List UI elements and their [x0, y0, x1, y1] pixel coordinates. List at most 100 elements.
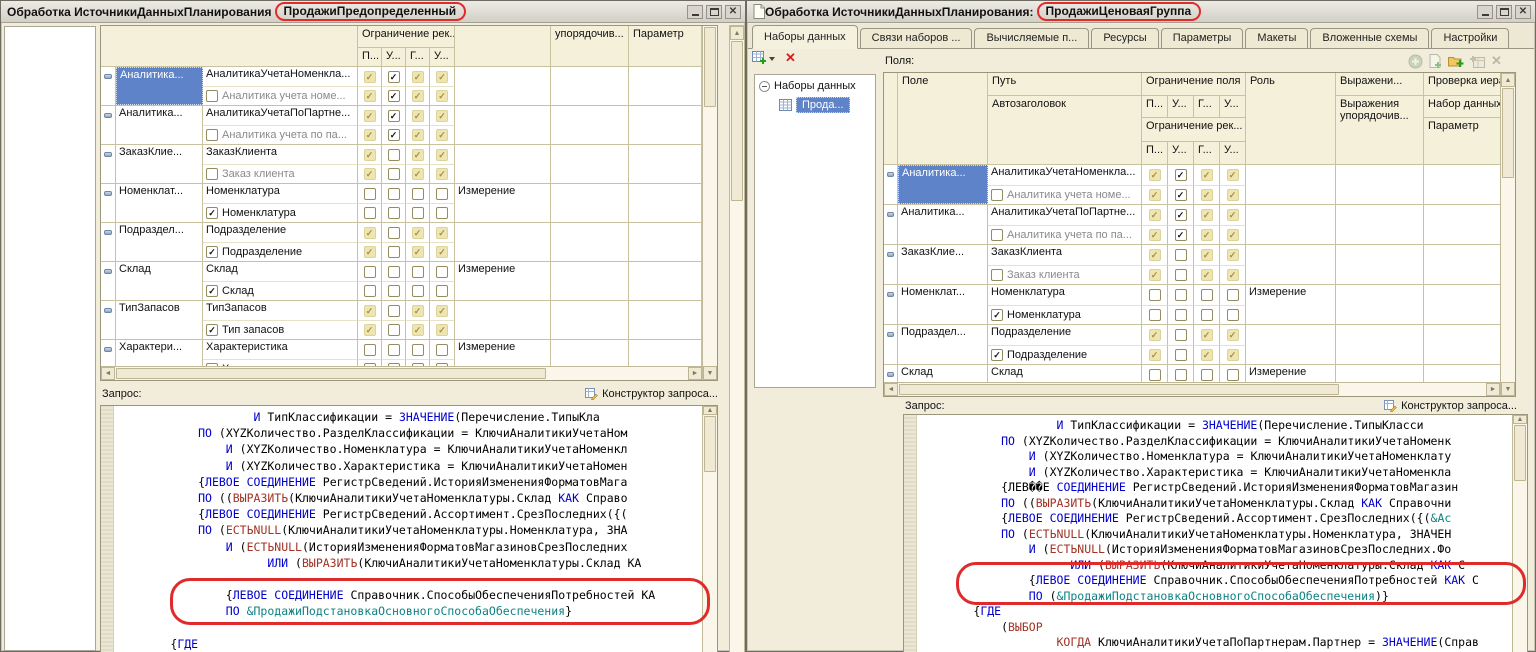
checkbox-checked[interactable]: ✓ — [436, 71, 448, 83]
cell-restriction[interactable] — [358, 262, 382, 281]
cell-restriction[interactable]: ✓ — [406, 223, 430, 242]
checkbox-checked[interactable]: ✓ — [206, 324, 218, 336]
cell-restriction[interactable]: ✓ — [430, 67, 455, 86]
cell-expression[interactable] — [1336, 245, 1424, 284]
checkbox-unchecked[interactable] — [388, 266, 400, 278]
cell-field[interactable]: Номенклат... — [116, 184, 203, 222]
field-row[interactable]: Аналитика...АналитикаУчетаНоменкла...✓✓✓… — [101, 67, 702, 106]
checkbox-unchecked[interactable] — [1149, 369, 1161, 381]
checkbox-checked[interactable]: ✓ — [1201, 349, 1213, 361]
cell-field[interactable]: Характери... — [116, 340, 203, 366]
cell-field[interactable]: Подраздел... — [116, 223, 203, 261]
cell-restriction[interactable]: ✓ — [358, 145, 382, 164]
cell-expression[interactable] — [1336, 205, 1424, 244]
checkbox-unchecked[interactable] — [991, 269, 1003, 281]
checkbox-checked[interactable]: ✓ — [364, 168, 376, 180]
cell-parameter[interactable] — [1424, 365, 1500, 382]
checkbox-unchecked[interactable] — [388, 285, 400, 297]
checkbox-checked[interactable]: ✓ — [1201, 249, 1213, 261]
field-row[interactable]: ЗаказКлие...ЗаказКлиента✓✓✓Заказ клиента… — [884, 245, 1500, 285]
cell-autotitle[interactable]: Аналитика учета по па... — [988, 225, 1142, 245]
scroll-up-icon[interactable]: ▲ — [703, 406, 717, 415]
cell-restriction[interactable] — [358, 340, 382, 359]
cell-role[interactable]: Измерение — [455, 184, 551, 222]
checkbox-unchecked[interactable] — [1149, 309, 1161, 321]
cell-role[interactable] — [1246, 165, 1336, 204]
cell-restriction[interactable] — [382, 203, 406, 222]
cell-autotitle[interactable]: ✓Подразделение — [203, 242, 358, 261]
checkbox-checked[interactable]: ✓ — [436, 90, 448, 102]
cell-restriction[interactable]: ✓ — [1168, 185, 1194, 205]
minimize-button[interactable] — [1477, 5, 1493, 19]
cell-path[interactable]: Склад — [988, 365, 1142, 382]
tree-node-dataset-child[interactable]: Прода... — [779, 97, 875, 113]
checkbox-checked[interactable]: ✓ — [1175, 189, 1187, 201]
checkbox-unchecked[interactable] — [388, 324, 400, 336]
cell-restriction[interactable]: ✓ — [1142, 245, 1168, 265]
cell-restriction[interactable] — [382, 281, 406, 300]
checkbox-unchecked[interactable] — [388, 305, 400, 317]
cell-expression[interactable] — [551, 262, 629, 300]
field-row[interactable]: Аналитика...АналитикаУчетаНоменкла...✓✓✓… — [884, 165, 1500, 205]
cell-field[interactable]: Подраздел... — [898, 325, 988, 364]
cell-field[interactable]: ТипЗапасов — [116, 301, 203, 339]
cell-autotitle[interactable]: Аналитика учета номе... — [988, 185, 1142, 205]
cell-restriction[interactable]: ✓ — [1194, 345, 1220, 365]
checkbox-checked[interactable]: ✓ — [364, 305, 376, 317]
tab-8[interactable]: Настройки — [1431, 28, 1509, 48]
cell-autotitle[interactable]: ✓Номенклатура — [988, 305, 1142, 325]
checkbox-checked[interactable]: ✓ — [206, 285, 218, 297]
cell-restriction[interactable]: ✓ — [1142, 185, 1168, 205]
row-drag-handle[interactable] — [101, 301, 116, 339]
cell-path[interactable]: АналитикаУчетаПоПартне... — [203, 106, 358, 125]
cell-path[interactable]: Подразделение — [988, 325, 1142, 345]
field-row[interactable]: Номенклат...НоменклатураИзмерение✓Номенк… — [884, 285, 1500, 325]
titlebar-left[interactable]: Обработка ИсточникиДанныхПланирования Пр… — [1, 1, 745, 23]
cell-restriction[interactable] — [1168, 305, 1194, 325]
cell-restriction[interactable]: ✓ — [1220, 165, 1246, 185]
cell-role[interactable] — [455, 223, 551, 261]
minimize-button[interactable] — [687, 5, 703, 19]
cell-restriction[interactable]: ✓ — [430, 242, 455, 261]
cell-restriction[interactable] — [1168, 265, 1194, 285]
cell-restriction[interactable] — [1168, 365, 1194, 382]
cell-restriction[interactable]: ✓ — [430, 86, 455, 105]
cell-path[interactable]: АналитикаУчетаНоменкла... — [203, 67, 358, 86]
checkbox-unchecked[interactable] — [991, 189, 1003, 201]
cell-restriction[interactable] — [1220, 305, 1246, 325]
cell-parameter[interactable] — [629, 145, 702, 183]
row-drag-handle[interactable] — [101, 223, 116, 261]
checkbox-checked[interactable]: ✓ — [364, 227, 376, 239]
cell-autotitle[interactable]: Заказ клиента — [203, 164, 358, 183]
cell-path[interactable]: АналитикаУчетаНоменкла... — [988, 165, 1142, 185]
checkbox-unchecked[interactable] — [412, 285, 424, 297]
checkbox-checked[interactable]: ✓ — [1201, 209, 1213, 221]
checkbox-checked[interactable]: ✓ — [436, 168, 448, 180]
cell-autotitle[interactable]: ✓Характеристика — [203, 359, 358, 366]
tab-5[interactable]: Параметры — [1161, 28, 1244, 48]
checkbox-unchecked[interactable] — [1175, 249, 1187, 261]
cell-restriction[interactable]: ✓ — [406, 67, 430, 86]
row-drag-handle[interactable] — [884, 325, 898, 364]
cell-restriction[interactable] — [1194, 365, 1220, 382]
checkbox-unchecked[interactable] — [1175, 329, 1187, 341]
cell-restriction[interactable]: ✓ — [1220, 225, 1246, 245]
checkbox-checked[interactable]: ✓ — [206, 207, 218, 219]
cell-field[interactable]: Номенклат... — [898, 285, 988, 324]
cell-restriction[interactable] — [1168, 345, 1194, 365]
checkbox-unchecked[interactable] — [388, 227, 400, 239]
cell-field[interactable]: Склад — [898, 365, 988, 382]
checkbox-unchecked[interactable] — [364, 285, 376, 297]
checkbox-checked[interactable]: ✓ — [1227, 329, 1239, 341]
cell-path[interactable]: Подразделение — [203, 223, 358, 242]
checkbox-unchecked[interactable] — [388, 246, 400, 258]
cell-parameter[interactable] — [1424, 325, 1500, 364]
remove-field-icon[interactable]: ✕ — [1491, 53, 1502, 69]
scroll-left-icon[interactable]: ◄ — [101, 367, 115, 380]
cell-restriction[interactable]: ✓ — [1220, 205, 1246, 225]
cell-parameter[interactable] — [1424, 285, 1500, 324]
cell-role[interactable] — [1246, 325, 1336, 364]
cell-restriction[interactable]: ✓ — [358, 320, 382, 339]
checkbox-unchecked[interactable] — [388, 168, 400, 180]
cell-autotitle[interactable]: ✓Номенклатура — [203, 203, 358, 222]
